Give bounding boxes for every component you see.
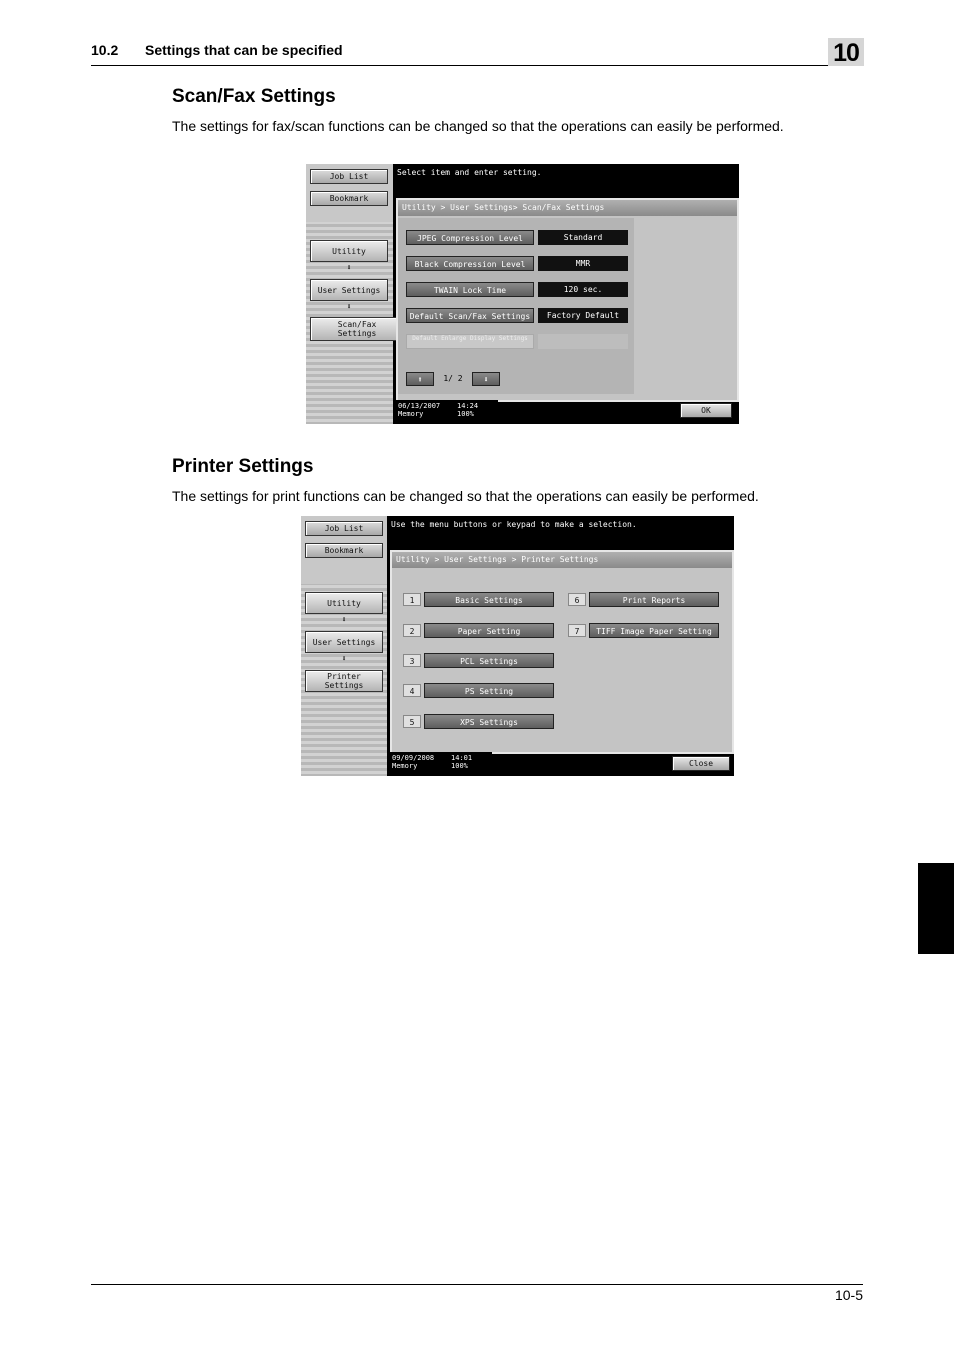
- memory-value: 100%: [451, 762, 468, 770]
- settings-panel: Utility > User Settings> Scan/Fax Settin…: [396, 198, 739, 402]
- arrow-down-icon: ⬇: [483, 375, 489, 384]
- arrow-down-icon: ⬇: [346, 263, 352, 272]
- page-down-button[interactable]: ⬇: [472, 372, 500, 386]
- status-area: 06/13/2007 14:24 Memory 100%: [396, 400, 498, 424]
- default-scanfax-settings-button[interactable]: Default Scan/Fax Settings: [406, 308, 534, 323]
- jpeg-compression-value: Standard: [538, 230, 628, 245]
- menu-number: 5: [403, 715, 421, 728]
- printer-screen: Job List Bookmark Utility ⬇ User Setting…: [301, 516, 734, 776]
- page-indicator: 1/ 2: [443, 374, 463, 383]
- bookmark-button[interactable]: Bookmark: [305, 543, 383, 558]
- message-bar: Select item and enter setting.: [393, 164, 739, 198]
- status-time: 14:01: [451, 754, 473, 762]
- job-list-button[interactable]: Job List: [310, 169, 388, 184]
- memory-label: Memory: [398, 410, 424, 418]
- paper-setting-button[interactable]: Paper Setting: [424, 623, 554, 638]
- breadcrumb: Utility > User Settings> Scan/Fax Settin…: [398, 200, 737, 216]
- footer-rule: [91, 1284, 863, 1285]
- header-rule: [91, 65, 863, 66]
- ok-button[interactable]: OK: [680, 403, 732, 418]
- scanfax-description: The settings for fax/scan functions can …: [172, 118, 784, 134]
- arrow-up-icon: ⬆: [417, 375, 423, 384]
- header-section-number: 10.2: [91, 42, 119, 58]
- default-scanfax-settings-value: Factory Default: [538, 308, 628, 323]
- default-enlarge-display-button[interactable]: Default Enlarge Display Settings: [406, 334, 534, 349]
- utility-button[interactable]: Utility: [305, 592, 383, 614]
- scanfax-screen: Job List Bookmark Utility ⬇ User Setting…: [306, 164, 739, 424]
- message-bar: Use the menu buttons or keypad to make a…: [387, 516, 734, 550]
- menu-number: 2: [403, 624, 421, 637]
- twain-lock-time-value: 120 sec.: [538, 282, 628, 297]
- user-settings-button[interactable]: User Settings: [305, 631, 383, 653]
- status-date: 09/09/2008: [392, 754, 435, 762]
- menu-number: 6: [568, 593, 586, 606]
- breadcrumb: Utility > User Settings > Printer Settin…: [392, 552, 732, 568]
- printer-description: The settings for print functions can be …: [172, 488, 759, 504]
- page-up-button[interactable]: ⬆: [406, 372, 434, 386]
- settings-panel: Utility > User Settings > Printer Settin…: [390, 550, 734, 754]
- close-button[interactable]: Close: [672, 756, 730, 771]
- user-settings-button[interactable]: User Settings: [310, 279, 388, 301]
- memory-value: 100%: [457, 410, 474, 418]
- menu-number: 3: [403, 654, 421, 667]
- print-reports-button[interactable]: Print Reports: [589, 592, 719, 607]
- page-number: 10-5: [834, 1287, 863, 1303]
- black-compression-button[interactable]: Black Compression Level: [406, 256, 534, 271]
- scanfax-heading: Scan/Fax Settings: [172, 86, 336, 107]
- printer-heading: Printer Settings: [172, 456, 314, 477]
- basic-settings-button[interactable]: Basic Settings: [424, 592, 554, 607]
- jpeg-compression-button[interactable]: JPEG Compression Level: [406, 230, 534, 245]
- default-enlarge-display-value: [538, 334, 628, 349]
- arrow-down-icon: ⬇: [341, 615, 347, 624]
- twain-lock-time-button[interactable]: TWAIN Lock Time: [406, 282, 534, 297]
- arrow-down-icon: ⬇: [341, 654, 347, 663]
- job-list-button[interactable]: Job List: [305, 521, 383, 536]
- menu-number: 1: [403, 593, 421, 606]
- arrow-down-icon: ⬇: [346, 302, 352, 311]
- menu-number: 4: [403, 684, 421, 697]
- chapter-tab: [918, 863, 954, 954]
- pcl-settings-button[interactable]: PCL Settings: [424, 653, 554, 668]
- chapter-number: 10: [828, 38, 864, 67]
- xps-settings-button[interactable]: XPS Settings: [424, 714, 554, 729]
- scanfax-settings-button[interactable]: Scan/Fax Settings: [310, 317, 404, 341]
- tiff-image-paper-setting-button[interactable]: TIFF Image Paper Setting: [589, 623, 719, 638]
- black-compression-value: MMR: [538, 256, 628, 271]
- memory-label: Memory: [392, 762, 418, 770]
- ps-setting-button[interactable]: PS Setting: [424, 683, 554, 698]
- printer-settings-button[interactable]: Printer Settings: [305, 670, 383, 692]
- status-area: 09/09/2008 14:01 Memory 100%: [390, 752, 492, 776]
- status-time: 14:24: [457, 402, 479, 410]
- menu-number: 7: [568, 624, 586, 637]
- bookmark-button[interactable]: Bookmark: [310, 191, 388, 206]
- status-date: 06/13/2007: [398, 402, 441, 410]
- header-title: Settings that can be specified: [145, 42, 343, 58]
- utility-button[interactable]: Utility: [310, 240, 388, 262]
